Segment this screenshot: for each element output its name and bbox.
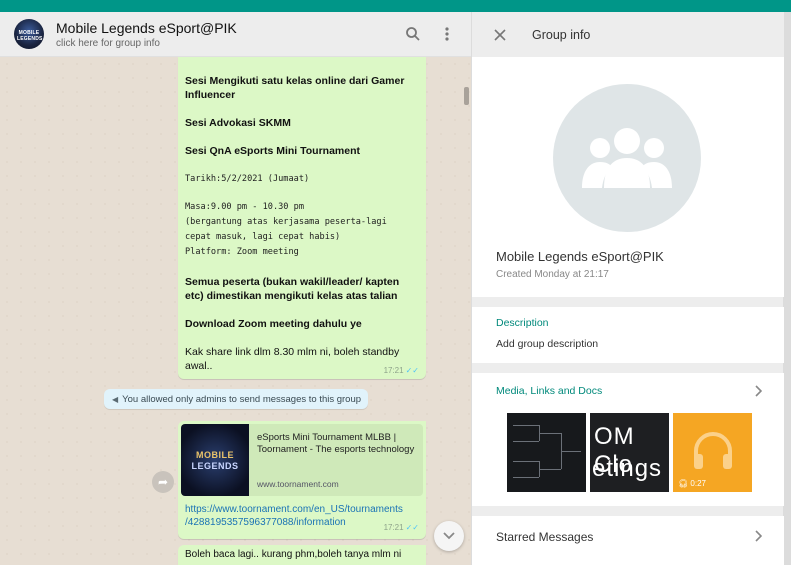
media-panel[interactable]: Media, Links and Docs OM Clo etings 🎧︎ 0…: [472, 373, 784, 506]
chat-subtitle: click here for group info: [56, 37, 160, 49]
message-line: cepat masuk, lagi cepat habis): [185, 232, 341, 242]
message-line: Semua peserta (bukan wakil/leader/ kapte…: [185, 276, 400, 288]
link-url-line: https://www.toornament.com/en_US/tournam…: [185, 504, 403, 515]
chevron-right-icon[interactable]: [755, 530, 763, 545]
link-preview-card[interactable]: MOBILE LEGENDS eSports Mini Tournament M…: [181, 424, 423, 496]
message-text: Boleh baca lagi.. kurang phm,boleh tanya…: [185, 549, 402, 560]
group-name[interactable]: Mobile Legends eSport@PIK: [496, 249, 664, 264]
description-label: Description: [496, 317, 549, 329]
message-line: etc) dimestikan mengikuti kelas atas tal…: [185, 290, 398, 302]
system-notice: ◀ You allowed only admins to send messag…: [104, 389, 368, 409]
message-time: 17:21 ✓✓: [384, 523, 419, 532]
window-top-bar: [0, 0, 791, 12]
message-line: Platform: Zoom meeting: [185, 247, 299, 257]
audio-duration: 🎧︎ 0:27: [678, 479, 706, 488]
group-created: Created Monday at 21:17: [496, 269, 609, 280]
media-thumbnail-zoom[interactable]: OM Clo etings: [590, 413, 669, 492]
message-time: 17:21 ✓✓: [384, 366, 419, 375]
chat-scrollbar[interactable]: [464, 87, 469, 105]
message-line: Tarikh:5/2/2021 (Jumaat): [185, 174, 310, 184]
group-avatar[interactable]: MOBILE LEGENDS: [14, 19, 44, 49]
message-line: Masa:9.00 pm - 10.30 pm: [185, 202, 304, 212]
chevron-down-icon: [443, 532, 455, 540]
message-bubble[interactable]: Boleh baca lagi.. kurang phm,boleh tanya…: [178, 545, 426, 565]
group-info-header: Group info: [472, 12, 784, 57]
menu-dots-icon[interactable]: [437, 24, 457, 44]
message-line: Download Zoom meeting dahulu ye: [185, 318, 362, 330]
add-description-button[interactable]: Add group description: [496, 338, 598, 350]
starred-messages-panel[interactable]: Starred Messages: [472, 516, 784, 565]
bracket-line: [513, 441, 539, 442]
chat-header[interactable]: MOBILE LEGENDS Mobile Legends eSport@PIK…: [0, 12, 471, 57]
group-icon: [582, 128, 672, 188]
system-notice-text: You allowed only admins to send messages…: [122, 393, 362, 405]
chat-title-wrap[interactable]: Mobile Legends eSport@PIK click here for…: [56, 20, 403, 49]
bracket-line: [513, 425, 539, 426]
close-icon[interactable]: [490, 25, 510, 45]
message-line: awal..: [185, 360, 213, 372]
message-bubble[interactable]: Sesi Mengikuti satu kelas online dari Ga…: [178, 57, 426, 379]
double-check-icon: ✓✓: [405, 523, 419, 532]
link-preview-title: eSports Mini Tournament MLBB | Toornamen…: [257, 432, 415, 455]
bracket-line: [539, 469, 561, 470]
media-thumbnail-audio[interactable]: 🎧︎ 0:27: [673, 413, 752, 492]
megaphone-icon: ◀: [112, 394, 119, 404]
starred-messages-label[interactable]: Starred Messages: [496, 530, 593, 544]
media-thumbnail-bracket[interactable]: [507, 413, 586, 492]
bracket-line: [513, 477, 539, 478]
chevron-right-icon[interactable]: [755, 385, 763, 400]
app-window: MOBILE LEGENDS Mobile Legends eSport@PIK…: [0, 12, 784, 565]
bracket-line: [513, 461, 539, 462]
group-avatar-text: MOBILE LEGENDS: [17, 30, 43, 42]
media-label[interactable]: Media, Links and Docs: [496, 385, 602, 397]
link-preview-domain: www.toornament.com: [257, 479, 339, 489]
forward-icon[interactable]: ➦: [152, 471, 174, 493]
chat-title: Mobile Legends eSport@PIK: [56, 19, 237, 36]
group-profile-panel: Mobile Legends eSport@PIK Created Monday…: [472, 57, 784, 297]
message-line: Sesi Mengikuti satu kelas online dari Ga…: [185, 75, 405, 87]
bracket-line: [539, 433, 561, 434]
link-preview-thumbnail: MOBILE LEGENDS: [181, 424, 249, 496]
message-line: Sesi Advokasi SKMM: [185, 117, 291, 129]
message-line: Sesi QnA eSports Mini Tournament: [185, 145, 361, 157]
message-bubble[interactable]: MOBILE LEGENDS eSports Mini Tournament M…: [178, 421, 426, 539]
group-info-pane: Group info Mobile Legends eSport@PIK Cre…: [471, 12, 784, 565]
bracket-line: [561, 451, 581, 452]
message-time-text: 17:21: [383, 366, 404, 375]
double-check-icon: ✓✓: [405, 366, 419, 375]
thumbnail-text: MOBILE: [196, 450, 234, 460]
chat-messages[interactable]: Sesi Mengikuti satu kelas online dari Ga…: [0, 57, 471, 565]
search-icon[interactable]: [403, 24, 423, 44]
message-line: Kak share link dlm 8.30 mlm ni, boleh st…: [185, 346, 400, 358]
headphones-small-icon: 🎧︎: [678, 479, 689, 488]
thumbnail-text: etings: [592, 455, 663, 482]
scroll-down-button[interactable]: [434, 521, 464, 551]
thumbnail-text: LEGENDS: [191, 461, 239, 471]
message-line: (bergantung atas kerjasama peserta-lagi: [185, 217, 387, 227]
chat-pane: MOBILE LEGENDS Mobile Legends eSport@PIK…: [0, 12, 471, 565]
message-time-text: 17:21: [383, 523, 404, 532]
group-avatar-placeholder[interactable]: [553, 84, 701, 232]
group-info-title: Group info: [532, 27, 591, 42]
message-line: Influencer: [185, 89, 236, 101]
audio-duration-text: 0:27: [690, 479, 706, 488]
description-panel: Description Add group description: [472, 307, 784, 363]
headphones-icon: [694, 432, 732, 469]
